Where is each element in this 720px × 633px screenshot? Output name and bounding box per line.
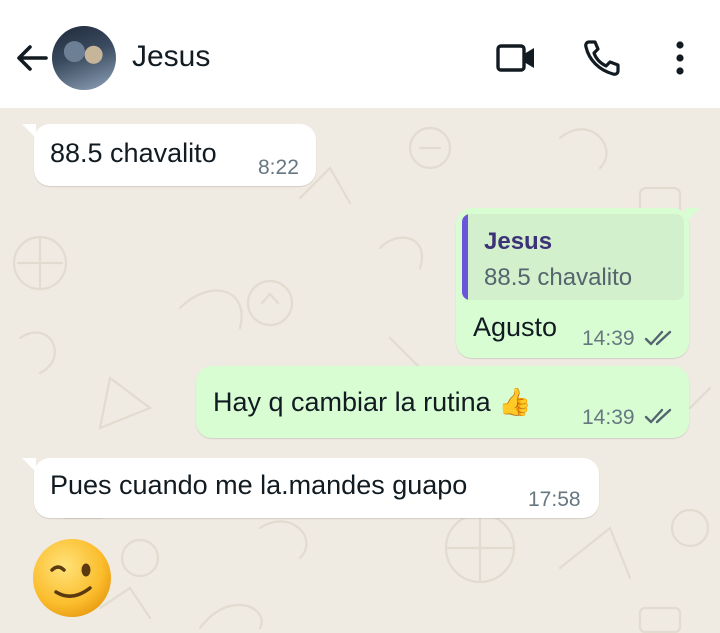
message-bubble-incoming[interactable]: 88.5 chavalito 8:22: [34, 124, 316, 186]
message-text: 88.5 chavalito: [50, 138, 217, 168]
message-text: Hay q cambiar la rutina 👍: [213, 387, 532, 417]
phone-icon[interactable]: [580, 36, 624, 80]
arrow-left-icon[interactable]: [12, 38, 52, 78]
message-bubble-incoming[interactable]: Pues cuando me la.mandes guapo 17:58: [34, 458, 599, 518]
message-time: 14:39: [582, 327, 635, 350]
quote-text: 88.5 chavalito: [484, 264, 633, 291]
contact-name[interactable]: Jesus: [132, 40, 210, 74]
more-vert-icon[interactable]: [658, 36, 702, 80]
bubble-tail: [686, 208, 700, 222]
chat-header: Jesus: [0, 0, 720, 108]
quote-bar: [462, 214, 468, 300]
avatar[interactable]: [52, 26, 116, 90]
video-camera-icon[interactable]: [494, 36, 538, 80]
double-check-icon: [644, 408, 672, 424]
bubble-tail: [22, 458, 36, 472]
message-time: 17:58: [528, 488, 581, 511]
double-check-icon: [644, 330, 672, 346]
message-time: 8:22: [258, 156, 299, 179]
bubble-tail: [22, 124, 36, 138]
quote-author: Jesus: [484, 228, 553, 255]
message-text: Pues cuando me la.mandes guapo: [50, 470, 468, 500]
quoted-message[interactable]: Jesus 88.5 chavalito: [462, 214, 684, 300]
chat-area[interactable]: 88.5 chavalito 8:22 Jesus 88.5 chavalito…: [0, 108, 720, 633]
message-bubble-outgoing[interactable]: Hay q cambiar la rutina 👍 14:39: [196, 366, 689, 438]
winking-face-emoji: [33, 539, 111, 617]
message-text: Agusto: [473, 312, 558, 342]
message-bubble-outgoing[interactable]: Jesus 88.5 chavalito Agusto 14:39: [456, 208, 689, 358]
message-time: 14:39: [582, 406, 635, 429]
emoji-message[interactable]: 😉: [30, 536, 114, 620]
